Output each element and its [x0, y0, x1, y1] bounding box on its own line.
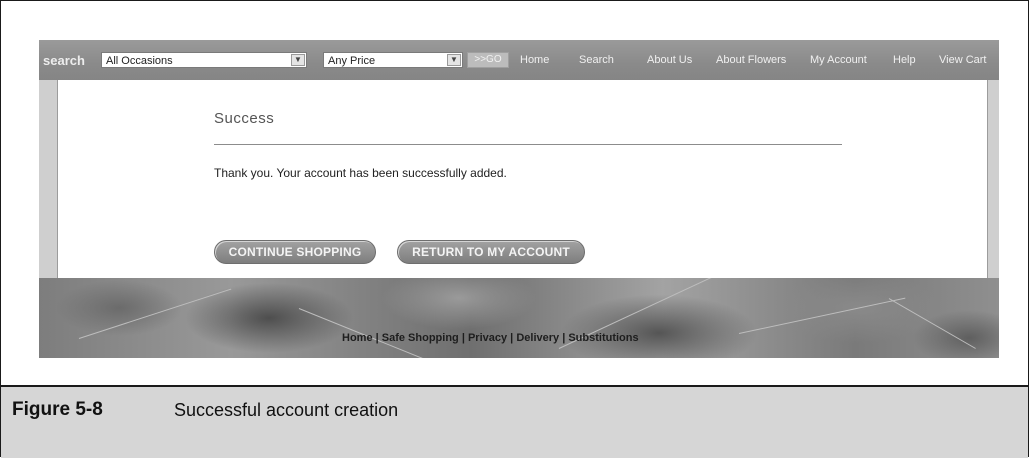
return-to-account-button[interactable]: RETURN TO MY ACCOUNT	[397, 240, 585, 264]
leaf-vein	[888, 298, 976, 349]
figure-frame: search All Occasions ▼ Any Price ▼ >>GO …	[0, 0, 1029, 458]
leaf-footer: Home | Safe Shopping | Privacy | Deliver…	[39, 278, 999, 358]
nav-link-my-account[interactable]: My Account	[810, 54, 867, 66]
browser-screenshot: search All Occasions ▼ Any Price ▼ >>GO …	[39, 40, 999, 358]
nav-link-about-us[interactable]: About Us	[647, 54, 692, 66]
footer-link-home[interactable]: Home	[342, 332, 373, 344]
footer-links: Home | Safe Shopping | Privacy | Deliver…	[342, 332, 639, 344]
nav-link-about-flowers[interactable]: About Flowers	[716, 54, 786, 66]
footer-link-privacy[interactable]: Privacy	[468, 332, 507, 344]
footer-separator: |	[507, 332, 517, 344]
nav-link-home[interactable]: Home	[520, 54, 549, 66]
page-title: Success	[214, 110, 275, 127]
figure-caption: Figure 5-8 Successful account creation	[1, 385, 1028, 458]
continue-shopping-button[interactable]: CONTINUE SHOPPING	[214, 240, 376, 264]
success-panel: Success Thank you. Your account has been…	[57, 80, 988, 278]
success-message: Thank you. Your account has been success…	[214, 166, 507, 180]
figure-caption-text: Successful account creation	[174, 400, 399, 420]
title-divider	[214, 144, 842, 145]
leaf-vein	[738, 297, 906, 334]
footer-link-delivery[interactable]: Delivery	[516, 332, 559, 344]
footer-separator: |	[458, 332, 468, 344]
footer-link-safe-shopping[interactable]: Safe Shopping	[382, 332, 459, 344]
figure-label: Figure 5-8	[12, 399, 103, 420]
footer-link-substitutions[interactable]: Substitutions	[568, 332, 638, 344]
nav-link-search[interactable]: Search	[579, 54, 614, 66]
nav-link-view-cart[interactable]: View Cart	[939, 54, 986, 66]
main-nav: Home Search About Us About Flowers My Ac…	[39, 54, 999, 68]
nav-link-help[interactable]: Help	[893, 54, 916, 66]
footer-separator: |	[559, 332, 569, 344]
footer-separator: |	[372, 332, 382, 344]
leaf-vein	[78, 288, 232, 339]
top-nav-bar: search All Occasions ▼ Any Price ▼ >>GO …	[39, 40, 999, 80]
